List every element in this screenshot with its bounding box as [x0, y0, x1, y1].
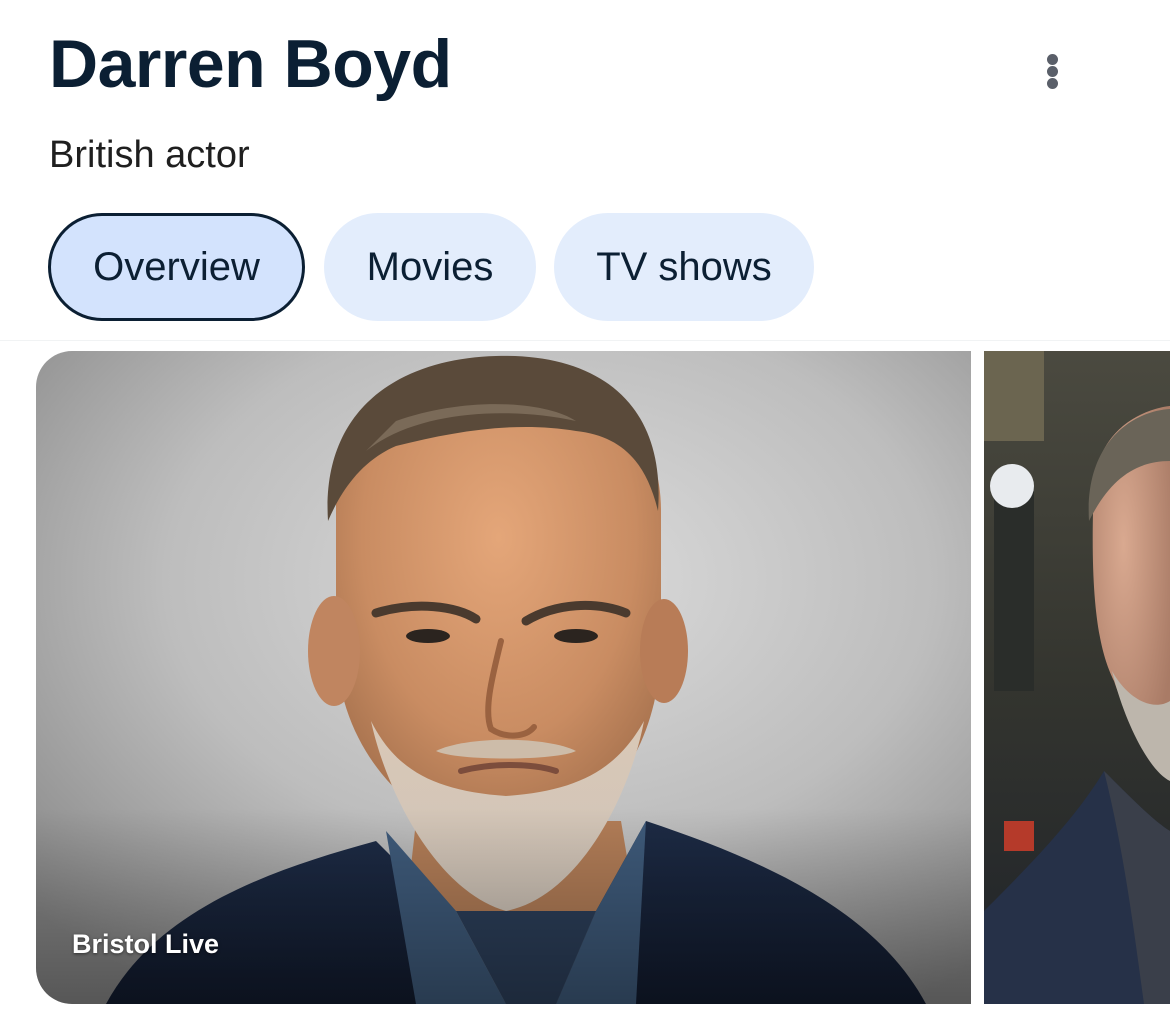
- divider: [0, 340, 1170, 341]
- knowledge-panel: Darren Boyd British actor Overview Movie…: [0, 0, 1170, 1017]
- entity-subtitle: British actor: [49, 134, 250, 176]
- more-options-button[interactable]: [1022, 40, 1084, 102]
- tab-movies[interactable]: Movies: [324, 213, 536, 321]
- entity-title: Darren Boyd: [49, 26, 452, 102]
- image-card-1[interactable]: Bristol Live: [36, 351, 971, 1004]
- image-card-2[interactable]: [984, 351, 1170, 1004]
- portrait-photo-2: [984, 351, 1170, 1004]
- portrait-photo: [36, 351, 971, 1004]
- tab-tv-shows[interactable]: TV shows: [554, 213, 814, 321]
- image-source-label: Bristol Live: [72, 929, 220, 959]
- tab-overview[interactable]: Overview: [48, 213, 305, 321]
